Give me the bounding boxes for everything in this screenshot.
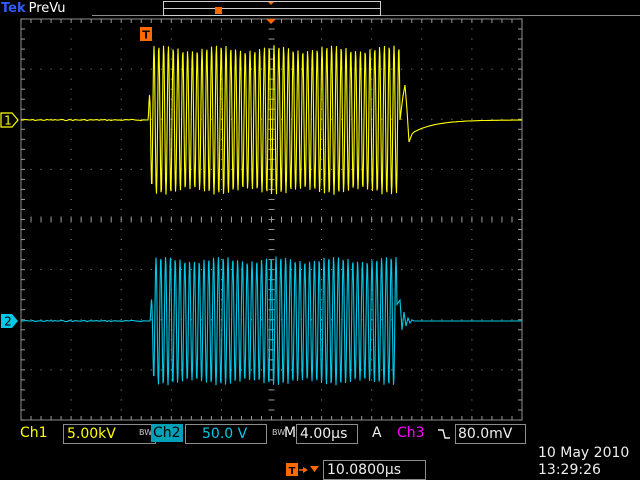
trigger-source[interactable]: Ch3 <box>397 424 425 442</box>
trigger-level: 80.0mV <box>458 426 513 442</box>
horizontal-scale-box[interactable]: 4.00µs <box>296 424 358 444</box>
trigger-level-box[interactable]: 80.0mV <box>455 424 526 444</box>
horizontal-scale: 4.00µs <box>300 426 348 442</box>
trigger-position-box[interactable]: 10.0800µs <box>323 460 426 480</box>
date: 10 May 2010 <box>538 445 630 461</box>
ch2-scale: 50.0 V <box>202 426 248 442</box>
horizontal-label: M <box>284 425 297 441</box>
ch2-label[interactable]: Ch2 <box>151 424 183 442</box>
ch1-label[interactable]: Ch1 <box>20 424 48 442</box>
ch2-ground-marker[interactable]: 2 <box>1 314 18 329</box>
ch1-scale: 5.00kV <box>67 426 116 442</box>
falling-edge-icon <box>438 429 450 439</box>
ch1-marker-label: 1 <box>4 114 12 128</box>
ch2-marker-label: 2 <box>4 315 12 329</box>
readout-bar: Ch1 5.00kV BW Ch2 50.0 V BW M 4.00µs A C… <box>0 422 640 480</box>
trigger-position: 10.0800µs <box>327 462 402 478</box>
trigger-t-label: T <box>142 29 150 42</box>
trigger-type-label: A <box>372 425 382 441</box>
time: 13:29:26 <box>538 462 601 478</box>
trigger-position-readout-icon: T <box>286 463 319 477</box>
ch1-ground-marker[interactable]: 1 <box>0 112 19 128</box>
trigger-t-marker[interactable]: T <box>140 27 152 42</box>
svg-text:T: T <box>289 466 296 477</box>
waveform-display[interactable]: T 1 2 <box>0 0 640 424</box>
ch2-scale-box[interactable]: 50.0 V <box>185 424 267 444</box>
